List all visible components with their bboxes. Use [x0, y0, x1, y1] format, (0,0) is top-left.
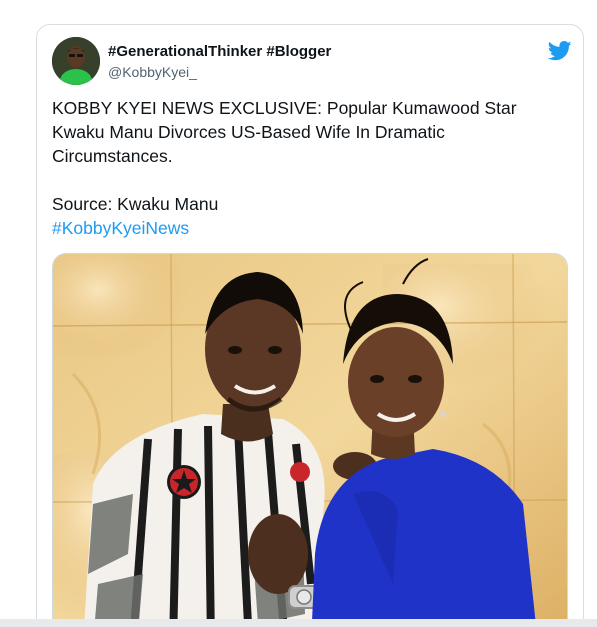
tweet-source: Source: Kwaku Manu	[52, 194, 219, 214]
page: #GenerationalThinker #Blogger @KobbyKyei…	[0, 0, 597, 627]
tweet-photo[interactable]	[52, 253, 568, 627]
tweet-body: KOBBY KYEI NEWS EXCLUSIVE: Popular Kumaw…	[52, 98, 517, 166]
user-handle[interactable]: @KobbyKyei_	[108, 63, 331, 81]
tweet-header: #GenerationalThinker #Blogger @KobbyKyei…	[52, 37, 572, 87]
hashtag-link[interactable]: #KobbyKyeiNews	[52, 218, 189, 238]
twitter-bird-icon[interactable]	[548, 41, 572, 61]
avatar[interactable]	[52, 37, 100, 85]
tweet-author[interactable]: #GenerationalThinker #Blogger @KobbyKyei…	[108, 42, 331, 81]
couple-photo-image	[53, 254, 567, 627]
display-name[interactable]: #GenerationalThinker #Blogger	[108, 42, 331, 62]
embedded-tweet-card[interactable]: #GenerationalThinker #Blogger @KobbyKyei…	[36, 24, 584, 627]
tweet-text: KOBBY KYEI NEWS EXCLUSIVE: Popular Kumaw…	[52, 96, 567, 240]
person-avatar-icon	[52, 37, 100, 85]
bottom-divider	[0, 619, 597, 627]
